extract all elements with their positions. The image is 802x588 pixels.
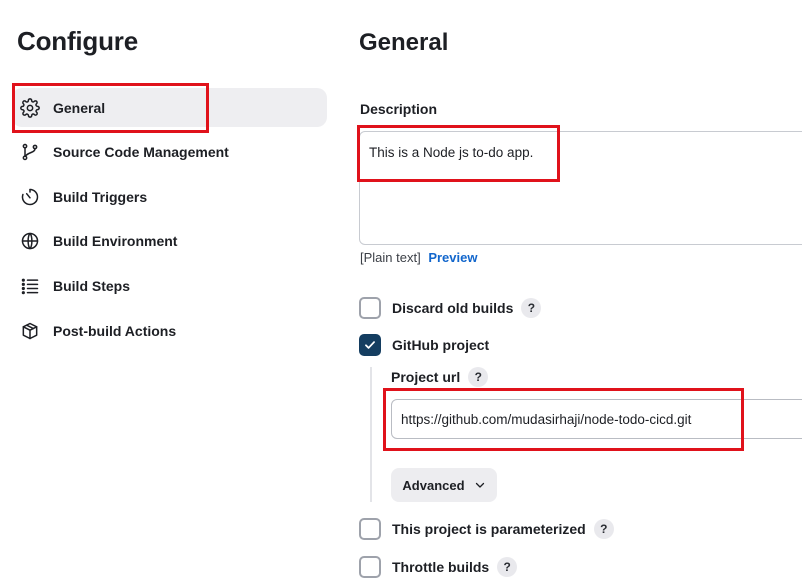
list-icon <box>19 275 41 297</box>
advanced-button[interactable]: Advanced <box>391 468 497 502</box>
throttle-builds-label: Throttle builds <box>392 559 490 575</box>
sidebar-item-general[interactable]: General <box>12 88 327 127</box>
page-title: General <box>359 29 449 56</box>
help-icon[interactable]: ? <box>497 557 518 577</box>
sidebar-title: Configure <box>17 26 138 56</box>
help-icon[interactable]: ? <box>521 298 542 318</box>
throttle-builds-row: Throttle builds ? <box>359 556 518 578</box>
nested-section-divider <box>370 367 372 502</box>
discard-old-builds-label: Discard old builds <box>392 300 514 316</box>
throttle-builds-checkbox[interactable] <box>359 556 381 578</box>
github-project-row: GitHub project <box>359 334 489 356</box>
branch-icon <box>19 141 41 163</box>
package-icon <box>19 320 41 342</box>
sidebar-item-label: Build Triggers <box>53 188 148 205</box>
chevron-down-icon <box>474 479 486 491</box>
parameterized-checkbox[interactable] <box>359 518 381 540</box>
sidebar-item-label: Source Code Management <box>53 143 229 160</box>
checkmark-icon <box>365 341 375 349</box>
github-project-label: GitHub project <box>392 337 490 353</box>
help-icon[interactable]: ? <box>593 519 614 539</box>
description-format: [Plain text] Preview <box>360 250 477 265</box>
sidebar-item-build-triggers[interactable]: Build Triggers <box>12 177 327 216</box>
preview-link[interactable]: Preview <box>428 250 477 265</box>
description-textarea[interactable]: This is a Node js to-do app. <box>359 131 802 245</box>
discard-old-builds-checkbox[interactable] <box>359 297 381 319</box>
advanced-label: Advanced <box>402 477 465 493</box>
github-project-checkbox[interactable] <box>359 334 381 356</box>
sidebar-item-label: Build Environment <box>53 232 178 249</box>
sidebar-item-source-code-management[interactable]: Source Code Management <box>12 132 327 171</box>
project-url-input[interactable] <box>391 399 802 439</box>
timer-icon <box>19 186 41 208</box>
sidebar-item-label: Post-build Actions <box>53 322 177 339</box>
gear-icon <box>19 97 41 119</box>
parameterized-row: This project is parameterized ? <box>359 518 614 540</box>
project-url-row: Project url ? <box>391 366 489 388</box>
sidebar-item-build-steps[interactable]: Build Steps <box>12 266 327 305</box>
discard-old-builds-row: Discard old builds ? <box>359 297 542 319</box>
sidebar-item-label: General <box>53 99 106 116</box>
description-label: Description <box>360 101 438 117</box>
plain-text-note: [Plain text] <box>360 250 421 265</box>
project-url-label: Project url <box>391 369 461 385</box>
sidebar-item-label: Build Steps <box>53 277 131 294</box>
globe-icon <box>19 230 41 252</box>
help-icon[interactable]: ? <box>468 367 489 387</box>
parameterized-label: This project is parameterized <box>392 521 586 537</box>
sidebar-item-build-environment[interactable]: Build Environment <box>12 221 327 260</box>
sidebar-item-post-build-actions[interactable]: Post-build Actions <box>12 311 327 350</box>
